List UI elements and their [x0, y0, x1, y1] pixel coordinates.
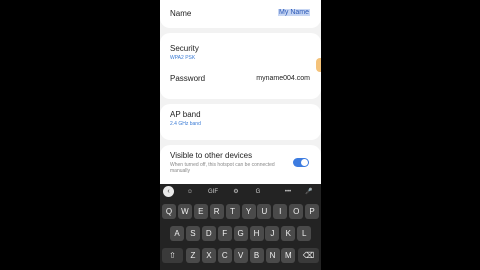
key-h[interactable]: H	[249, 226, 264, 241]
key-x[interactable]: X	[201, 248, 216, 263]
key-z[interactable]: Z	[186, 248, 200, 263]
hotspot-settings: Name My Name Security WPA2 PSK Password …	[160, 0, 321, 184]
keyboard: ‹ ☺ GIF ⚙ G ••• 🎤 QWERTYUIOP ASDFGHJKL ⇧…	[160, 184, 321, 270]
security-label[interactable]: Security	[170, 44, 199, 53]
key-i[interactable]: I	[273, 204, 288, 219]
ap-band-value: 2.4 GHz band	[170, 121, 201, 127]
key-g[interactable]: G	[233, 226, 248, 241]
key-c[interactable]: C	[217, 248, 232, 263]
shift-key[interactable]: ⇧	[162, 248, 183, 263]
security-value[interactable]: WPA2 PSK	[170, 55, 195, 61]
key-u[interactable]: U	[257, 204, 272, 219]
name-label: Name	[170, 9, 192, 18]
more-icon[interactable]: •••	[281, 186, 295, 197]
security-password-card: Security WPA2 PSK Password myname004.com	[160, 33, 321, 99]
backspace-key[interactable]: ⌫	[298, 248, 319, 263]
key-f[interactable]: F	[217, 226, 232, 241]
visible-toggle[interactable]	[293, 158, 309, 167]
ap-band-label: AP band	[170, 110, 201, 119]
microphone-icon[interactable]: 🎤	[304, 186, 314, 197]
name-card[interactable]: Name My Name	[160, 0, 321, 28]
password-label[interactable]: Password	[170, 74, 205, 83]
key-o[interactable]: O	[289, 204, 304, 219]
key-s[interactable]: S	[185, 226, 200, 241]
ap-band-card[interactable]: AP band 2.4 GHz band	[160, 104, 321, 140]
key-j[interactable]: J	[265, 226, 280, 241]
key-v[interactable]: V	[233, 248, 248, 263]
key-r[interactable]: R	[209, 204, 224, 219]
key-d[interactable]: D	[201, 226, 216, 241]
translate-icon[interactable]: G	[253, 186, 263, 197]
gear-icon[interactable]: ⚙	[231, 186, 241, 197]
key-a[interactable]: A	[170, 226, 184, 241]
edge-panel-handle[interactable]	[316, 58, 321, 72]
phone-screen: Name My Name Security WPA2 PSK Password …	[160, 0, 321, 270]
key-b[interactable]: B	[249, 248, 264, 263]
key-p[interactable]: P	[305, 204, 320, 219]
keyboard-toolbar: ‹ ☺ GIF ⚙ G ••• 🎤	[160, 184, 321, 199]
key-w[interactable]: W	[177, 204, 192, 219]
key-q[interactable]: Q	[162, 204, 176, 219]
visible-label: Visible to other devices	[170, 151, 253, 160]
key-y[interactable]: Y	[241, 204, 256, 219]
key-e[interactable]: E	[193, 204, 208, 219]
key-k[interactable]: K	[281, 226, 296, 241]
gif-button[interactable]: GIF	[206, 186, 220, 197]
back-icon[interactable]: ‹	[163, 186, 174, 197]
name-value[interactable]: My Name	[278, 9, 310, 16]
key-n[interactable]: N	[265, 248, 280, 263]
key-l[interactable]: L	[297, 226, 312, 241]
key-t[interactable]: T	[225, 204, 240, 219]
key-m[interactable]: M	[281, 248, 296, 263]
visible-description: When turned off, this hotspot can be con…	[170, 162, 275, 174]
password-value[interactable]: myname004.com	[256, 75, 310, 82]
sticker-icon[interactable]: ☺	[185, 186, 195, 197]
